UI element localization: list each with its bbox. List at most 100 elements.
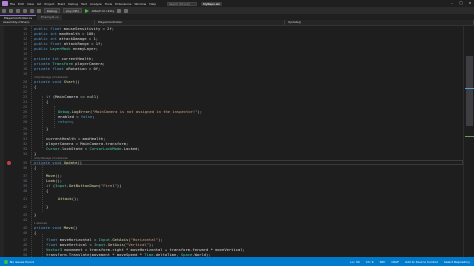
line-number: 21: [23, 84, 27, 89]
line-number: 14: [23, 46, 27, 51]
menu-bar: File Edit View Git Project Build Debug T…: [0, 0, 474, 7]
code-line: return;: [58, 119, 75, 124]
undo-icon[interactable]: [30, 8, 34, 13]
menu-git[interactable]: Git: [37, 2, 41, 6]
redo-icon[interactable]: [37, 8, 41, 13]
menu-extensions[interactable]: Extensions: [115, 2, 131, 6]
save-icon[interactable]: [16, 8, 20, 13]
code-line: {: [34, 165, 37, 170]
line-number: 28: [23, 119, 27, 124]
line-number: 22: [23, 89, 27, 94]
close-icon[interactable]: ×: [468, 1, 472, 5]
line-indicator[interactable]: Ln: 34: [350, 260, 359, 264]
save-all-icon[interactable]: [23, 8, 27, 13]
menu-help[interactable]: Help: [149, 2, 156, 6]
code-editor[interactable]: public float mouseSensitivity = 2f; publ…: [30, 26, 463, 257]
line-number: 50: [23, 252, 27, 257]
indent-guide: [42, 96, 43, 148]
line-number-gutter[interactable]: 10 11 12 13 14 15 16 17 18 19 20 21 22 23 24 25 26 27 28 29…: [4, 26, 30, 257]
menu-tools[interactable]: Tools: [105, 2, 112, 6]
back-icon[interactable]: [2, 8, 6, 13]
settings-icon[interactable]: [124, 8, 129, 13]
play-icon[interactable]: [84, 8, 89, 13]
whitespace-indicator[interactable]: SPC: [380, 260, 386, 264]
code-line: public LayerMask enemyLayer;: [34, 46, 99, 51]
code-line: }: [46, 126, 49, 131]
line-number: 10: [23, 26, 27, 31]
menu-file[interactable]: File: [10, 2, 15, 6]
line-number: 36: [23, 165, 27, 170]
method-signature-start: private void Start(): [34, 79, 80, 84]
code-line: {: [46, 188, 49, 193]
source-control-button[interactable]: Add to Source Control: [405, 260, 438, 264]
vertical-scrollbar[interactable]: [463, 26, 474, 257]
code-line: {: [34, 84, 37, 89]
menu-project[interactable]: Project: [44, 2, 54, 6]
menu-analyze[interactable]: Analyze: [90, 2, 102, 6]
window-title: MyRepo.sln: [201, 1, 223, 6]
project-dropdown[interactable]: Assembly-CSharp: [0, 20, 95, 25]
search-input[interactable]: Search (Ctrl+Q): [167, 1, 198, 6]
code-line: if (Input.GetButtonDown("Fire1")): [46, 183, 122, 188]
line-number: 15: [23, 51, 27, 56]
line-number: 26: [23, 109, 27, 114]
code-line: }: [34, 212, 37, 217]
line-number: 44: [23, 217, 27, 222]
class-dropdown[interactable]: PlayerController: [95, 20, 285, 25]
menu-build[interactable]: Build: [58, 2, 66, 6]
line-number: 32: [23, 141, 27, 146]
maximize-icon[interactable]: □: [459, 1, 463, 5]
code-line: }: [34, 151, 37, 156]
line-number: 17: [23, 61, 27, 66]
no-issues-icon: [4, 259, 8, 264]
code-line: {: [34, 230, 37, 235]
line-number: 23: [23, 94, 27, 99]
code-line: Attack();: [58, 196, 79, 201]
configuration-dropdown[interactable]: Debug: [44, 8, 60, 13]
line-number: 12: [23, 36, 27, 41]
forward-icon[interactable]: [9, 8, 13, 13]
line-number: 34: [23, 151, 27, 156]
minimize-icon[interactable]: –: [450, 1, 454, 5]
member-dropdown[interactable]: Update(): [285, 20, 474, 25]
indent-guide: [42, 234, 43, 257]
indent-guide: [31, 26, 32, 257]
column-indicator[interactable]: Ch: 9: [366, 260, 374, 264]
code-line: {: [46, 99, 49, 104]
line-number: 45: [23, 225, 27, 230]
line-ending-indicator[interactable]: CRLF: [391, 260, 399, 264]
run-button[interactable]: Attach to Unity: [92, 9, 115, 13]
line-number: 39: [23, 183, 27, 188]
line-number: 20: [23, 79, 27, 84]
visual-studio-logo-icon: [2, 1, 8, 6]
menu-debug[interactable]: Debug: [68, 2, 78, 6]
debug-tools-icon[interactable]: [117, 8, 122, 13]
line-number: 41: [23, 196, 27, 201]
line-number: 24: [23, 99, 27, 104]
line-number: 42: [23, 204, 27, 209]
menu-window[interactable]: Window: [134, 2, 146, 6]
line-number: 19: [23, 71, 27, 76]
breakpoint-icon[interactable]: [7, 161, 11, 165]
menu-edit[interactable]: Edit: [18, 2, 24, 6]
line-number: 13: [23, 41, 27, 46]
issues-status[interactable]: No issues found: [10, 260, 34, 264]
line-number: 18: [23, 66, 27, 71]
indent-guide: [42, 165, 43, 212]
line-number: 16: [23, 56, 27, 61]
window-controls: – □ ×: [450, 1, 472, 5]
menu-view[interactable]: View: [27, 2, 34, 6]
line-number: 33: [23, 146, 27, 151]
code-line: }: [46, 204, 49, 209]
scrollbar-thumb[interactable]: [466, 56, 473, 126]
line-number: 48: [23, 242, 27, 247]
status-bar: No issues found Ln: 34 Ch: 9 SPC CRLF Ad…: [0, 257, 474, 266]
line-number: 37: [23, 173, 27, 178]
platform-dropdown[interactable]: Any CPU: [62, 8, 82, 13]
line-number: 38: [23, 178, 27, 183]
line-number: 35: [23, 160, 27, 165]
code-line: Cursor.lockState = CursorLockMode.Locked…: [46, 146, 140, 151]
scrollbar-change-marker: [465, 136, 474, 137]
select-repository-button[interactable]: Select Repository: [444, 260, 470, 264]
menu-test[interactable]: Test: [81, 2, 87, 6]
